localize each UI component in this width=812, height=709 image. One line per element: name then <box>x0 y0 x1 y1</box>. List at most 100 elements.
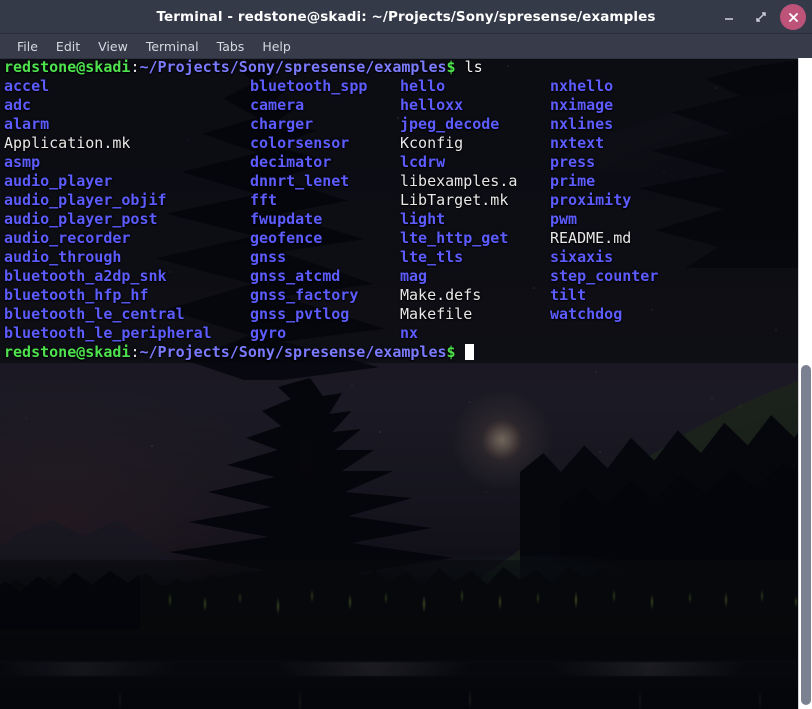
directory-entry: asmp <box>4 153 41 171</box>
directory-entry: tilt <box>550 286 587 304</box>
prompt-line: redstone@skadi:~/Projects/Sony/spresense… <box>0 343 812 362</box>
menu-item-file[interactable]: File <box>8 37 47 56</box>
listing-row: audio_recorder geofence lte_http_get README… <box>0 229 812 248</box>
file-entry: Make.defs <box>400 286 482 304</box>
title-bar[interactable]: Terminal - redstone@skadi: ~/Projects/So… <box>0 0 812 34</box>
listing-row: accel bluetooth_spp hello nxhello <box>0 77 812 96</box>
directory-entry: pwm <box>550 210 578 228</box>
file-entry: LibTarget.mk <box>400 191 509 209</box>
directory-entry: press <box>550 153 596 171</box>
directory-entry: gnss_pvtlog <box>250 305 350 323</box>
maximize-button[interactable] <box>748 4 774 30</box>
directory-entry: watchdog <box>550 305 623 323</box>
directory-entry: audio_through <box>4 248 122 266</box>
prompt-line: redstone@skadi:~/Projects/Sony/spresense… <box>0 58 812 77</box>
listing-row: adc camera helloxx nximage <box>0 96 812 115</box>
directory-entry: audio_player_objif <box>4 191 167 209</box>
directory-entry: audio_player <box>4 172 113 190</box>
directory-entry: bluetooth_spp <box>250 77 368 95</box>
directory-entry: nxhello <box>550 77 614 95</box>
minimize-icon <box>725 18 733 20</box>
directory-entry: fwupdate <box>250 210 323 228</box>
directory-entry: lte_tls <box>400 248 464 266</box>
directory-entry: charger <box>250 115 314 133</box>
listing-row: bluetooth_a2dp_snk gnss_atcmd mag step_coun… <box>0 267 812 286</box>
directory-entry: nxtext <box>550 134 605 152</box>
listing-row: bluetooth_le_central gnss_pvtlog Makefile w… <box>0 305 812 324</box>
directory-entry: prime <box>550 172 596 190</box>
directory-entry: light <box>400 210 446 228</box>
menu-item-terminal[interactable]: Terminal <box>137 37 208 56</box>
prompt-userhost: redstone@skadi <box>4 343 131 361</box>
directory-entry: lte_http_get <box>400 229 509 247</box>
terminal-window: Terminal - redstone@skadi: ~/Projects/So… <box>0 0 812 709</box>
prompt-userhost: redstone@skadi <box>4 58 131 76</box>
close-button[interactable] <box>780 4 806 30</box>
menu-bar: File Edit View Terminal Tabs Help <box>0 34 812 59</box>
directory-entry: lcdrw <box>400 153 446 171</box>
directory-entry: audio_recorder <box>4 229 131 247</box>
terminal-command: ls <box>455 58 483 76</box>
directory-entry: bluetooth_a2dp_snk <box>4 267 167 285</box>
listing-row: alarm charger jpeg_decode nxlines <box>0 115 812 134</box>
directory-entry: decimator <box>250 153 332 171</box>
file-entry: README.md <box>550 229 632 247</box>
directory-entry: bluetooth_le_peripheral <box>4 324 212 342</box>
directory-entry: geofence <box>250 229 323 247</box>
directory-entry: hello <box>400 77 446 95</box>
directory-entry: colorsensor <box>250 134 350 152</box>
directory-entry: accel <box>4 77 50 95</box>
file-entry: Application.mk <box>4 134 131 152</box>
listing-row: audio_through gnss lte_tls sixaxis <box>0 248 812 267</box>
menu-item-tabs[interactable]: Tabs <box>208 37 254 56</box>
text-cursor <box>464 344 474 360</box>
directory-entry: helloxx <box>400 96 464 114</box>
directory-entry: proximity <box>550 191 632 209</box>
listing-row: asmp decimator lcdrw press <box>0 153 812 172</box>
menu-item-view[interactable]: View <box>89 37 137 56</box>
file-entry: Makefile <box>400 305 473 323</box>
maximize-icon <box>756 12 766 22</box>
minimize-button[interactable] <box>716 4 742 30</box>
directory-entry: sixaxis <box>550 248 614 266</box>
directory-entry: step_counter <box>550 267 659 285</box>
menu-item-edit[interactable]: Edit <box>47 37 89 56</box>
vertical-scrollbar[interactable] <box>798 58 812 709</box>
listing-row: bluetooth_hfp_hf gnss_factory Make.defs til… <box>0 286 812 305</box>
directory-entry: bluetooth_hfp_hf <box>4 286 149 304</box>
directory-entry: camera <box>250 96 305 114</box>
directory-entry: fft <box>250 191 278 209</box>
prompt-dollar: $ <box>446 343 456 361</box>
listing-row: Application.mk colorsensor Kconfig nxtext <box>0 134 812 153</box>
close-icon <box>788 12 798 22</box>
listing-row: bluetooth_le_peripheral gyro nx <box>0 324 812 343</box>
listing-row: audio_player dnnrt_lenet libexamples.a prim… <box>0 172 812 191</box>
directory-entry: alarm <box>4 115 50 133</box>
listing-row: audio_player_post fwupdate light pwm <box>0 210 812 229</box>
prompt-dollar: $ <box>446 58 456 76</box>
directory-entry: gnss_atcmd <box>250 267 341 285</box>
directory-entry: audio_player_post <box>4 210 158 228</box>
file-entry: Kconfig <box>400 134 464 152</box>
directory-entry: adc <box>4 96 32 114</box>
terminal-output[interactable]: redstone@skadi:~/Projects/Sony/spresense… <box>0 58 812 709</box>
file-entry: libexamples.a <box>400 172 518 190</box>
directory-entry: mag <box>400 267 428 285</box>
scrollbar-thumb[interactable] <box>801 365 811 705</box>
directory-entry: gyro <box>250 324 287 342</box>
prompt-path: ~/Projects/Sony/spresense/examples <box>139 343 447 361</box>
menu-item-help[interactable]: Help <box>253 37 300 56</box>
directory-entry: nxlines <box>550 115 614 133</box>
prompt-path: ~/Projects/Sony/spresense/examples <box>139 58 447 76</box>
directory-entry: bluetooth_le_central <box>4 305 185 323</box>
directory-entry: dnnrt_lenet <box>250 172 350 190</box>
window-title: Terminal - redstone@skadi: ~/Projects/So… <box>156 8 656 25</box>
listing-row: audio_player_objif fft LibTarget.mk proximi… <box>0 191 812 210</box>
window-controls <box>716 0 806 34</box>
directory-entry: gnss <box>250 248 287 266</box>
directory-entry: nx <box>400 324 419 342</box>
directory-entry: jpeg_decode <box>400 115 500 133</box>
directory-entry: nximage <box>550 96 614 114</box>
directory-entry: gnss_factory <box>250 286 359 304</box>
